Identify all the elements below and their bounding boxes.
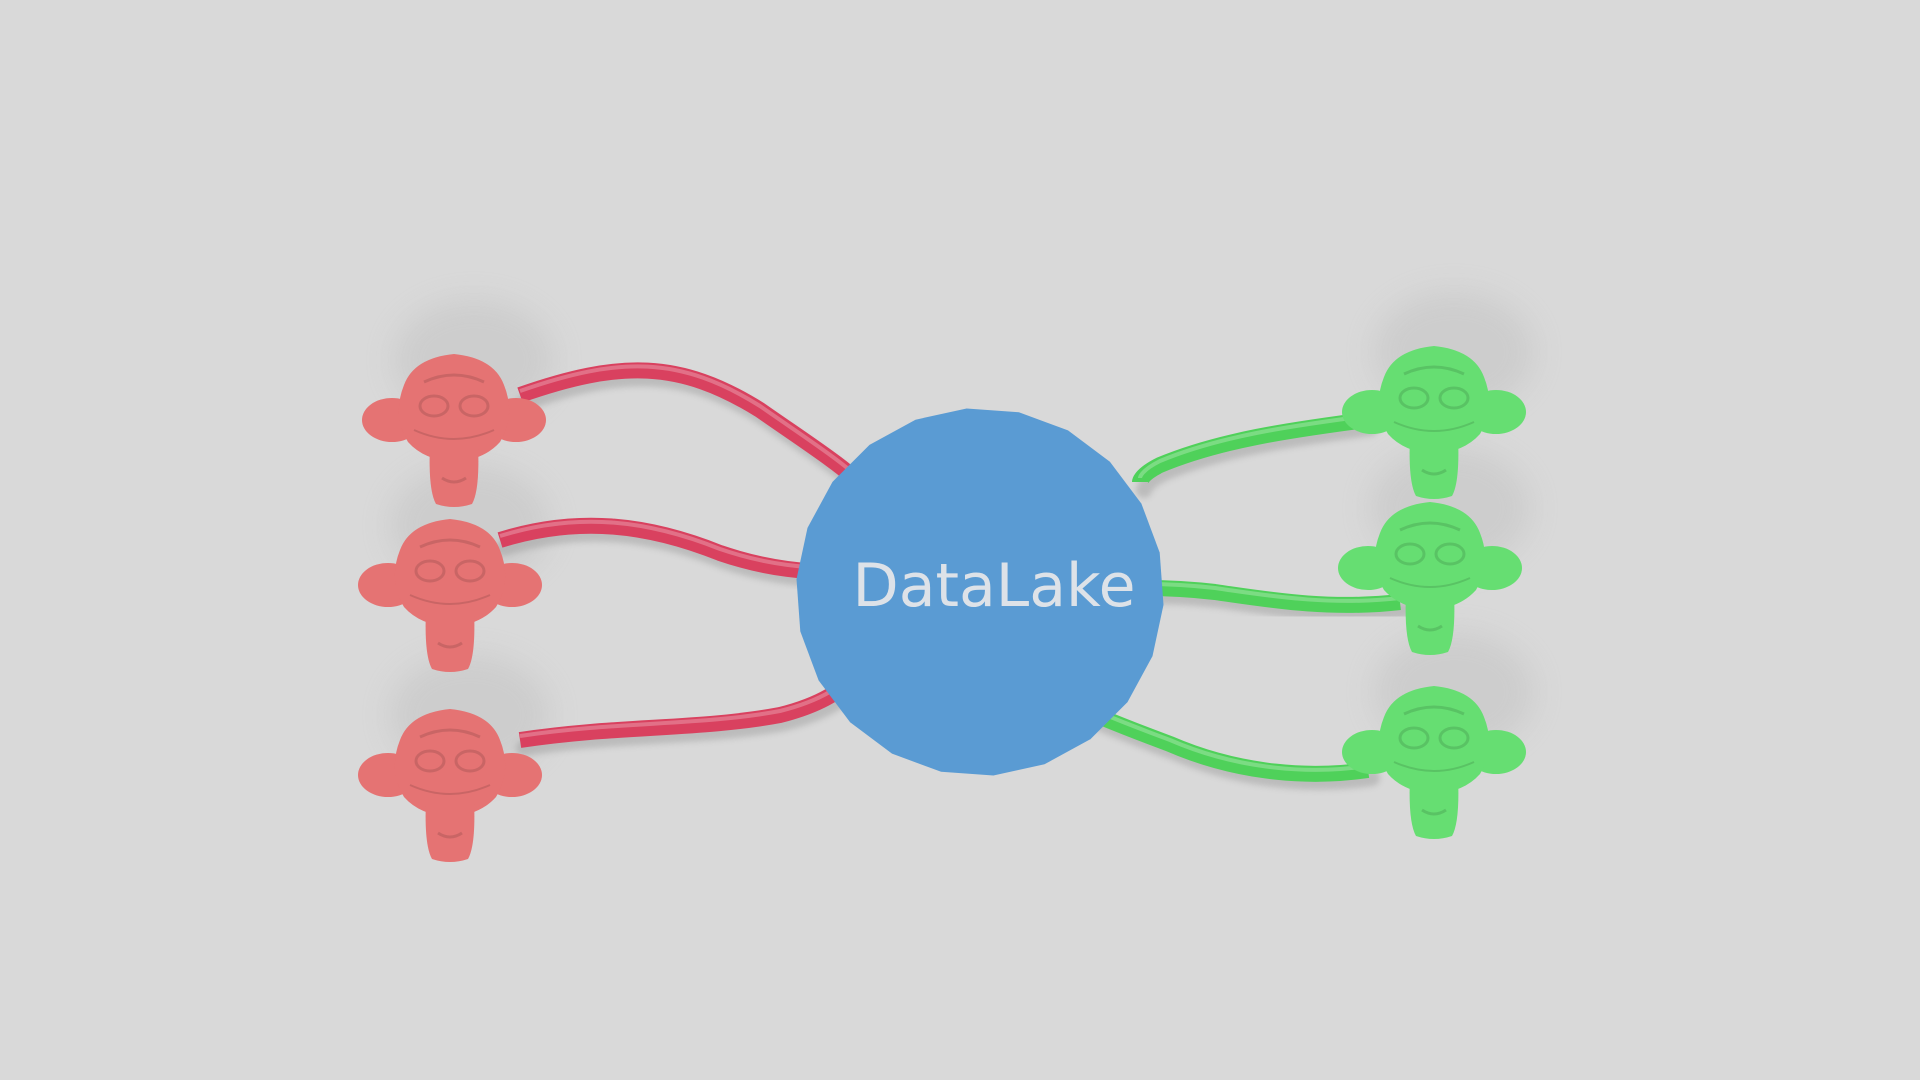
datalake-label: DataLake: [853, 551, 1136, 621]
consumer-group: [1338, 346, 1526, 839]
datalake-diagram: DataLake: [358, 292, 1534, 862]
producer-pipe-1-shadow: [516, 370, 880, 508]
producer-group: [358, 354, 546, 862]
datalake-hub: DataLake: [796, 408, 1164, 776]
